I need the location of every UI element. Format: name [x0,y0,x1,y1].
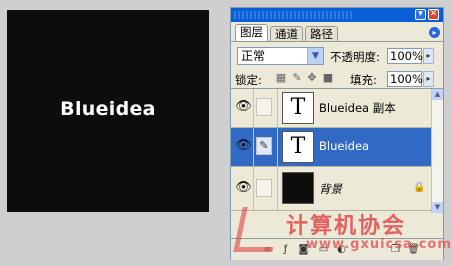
opacity-input[interactable]: 100% [387,48,423,64]
fill-input[interactable]: 100% [387,71,423,87]
trash-icon[interactable]: 🗑 [407,243,420,256]
layer-style-icon[interactable]: ƒ [279,243,292,256]
brush-icon[interactable]: ✎ [256,137,272,155]
tab-paths[interactable]: 路径 [305,26,338,41]
text-layer-thumbnail: T [282,92,314,124]
canvas-text: Blueidea [60,98,156,120]
divider [277,89,278,127]
lock-transparency-icon[interactable]: ▦ [275,72,287,84]
layer-name[interactable]: Blueidea 副本 [319,100,396,116]
lock-all-icon[interactable]: ■ [322,72,334,84]
layer-name[interactable]: 背景 [319,181,342,197]
layer-row[interactable]: 👁 背景 🔒 [231,167,431,211]
tab-layers[interactable]: 图层 [235,24,268,41]
divider [277,128,278,166]
close-button[interactable]: ✕ [428,9,439,20]
link-box[interactable] [256,98,272,116]
eye-icon[interactable]: 👁 [235,139,252,153]
eye-icon[interactable]: 👁 [235,181,252,195]
divider [253,167,254,210]
new-layer-icon[interactable]: ❐ [389,243,402,256]
opacity-label: 不透明度: [330,50,380,64]
document-canvas[interactable]: Blueidea [7,10,209,212]
fill-slider-button[interactable]: ▸ [423,71,434,87]
scroll-down-icon[interactable]: ▼ [432,202,443,213]
tab-channels[interactable]: 通道 [270,26,303,41]
link-layers-icon[interactable]: ∞ [261,243,274,256]
blend-mode-value: 正常 [241,49,266,63]
opacity-slider-button[interactable]: ▸ [423,48,434,64]
layers-panel: ▾ ✕ 图层 通道 路径 ▸ 正常 ▼ 不透明度: 100% ▸ 锁定: ▦ ✎… [230,7,444,260]
panel-bottom-toolbar: ∞ ƒ ◙ ▭ ◐ ❐ 🗑 [231,238,443,260]
lock-icon: 🔒 [413,182,426,193]
folder-icon[interactable]: ▭ [317,243,330,256]
layer-options: 正常 ▼ 不透明度: 100% ▸ 锁定: ▦ ✎ ✥ ■ 填充: 100% ▸ [231,41,443,88]
lock-paint-icon[interactable]: ✎ [291,72,303,84]
grip-handle[interactable] [234,11,354,19]
layer-row[interactable]: 👁 T Blueidea 副本 [231,89,431,128]
panel-menu-button[interactable]: ▸ [429,27,440,38]
eye-icon[interactable]: 👁 [235,100,252,114]
background-layer-thumbnail [282,172,314,204]
chevron-down-icon: ▼ [307,48,323,64]
text-layer-thumbnail: T [282,131,314,163]
divider [277,167,278,210]
layer-name[interactable]: Blueidea [319,139,369,153]
mask-icon[interactable]: ◙ [297,243,310,256]
panel-tabs: 图层 通道 路径 [231,23,443,41]
link-box[interactable] [256,179,272,197]
layer-row-selected[interactable]: 👁 ✎ T Blueidea [231,128,431,167]
panel-titlebar[interactable]: ▾ ✕ [231,8,443,22]
divider [253,128,254,166]
scroll-up-icon[interactable]: ▲ [432,89,443,100]
layers-scrollbar[interactable]: ▲ ▼ [431,89,443,213]
collapse-button[interactable]: ▾ [415,9,426,20]
blend-mode-select[interactable]: 正常 ▼ [237,47,324,65]
lock-label: 锁定: [235,73,262,87]
lock-move-icon[interactable]: ✥ [306,72,318,84]
fill-label: 填充: [350,73,377,87]
layer-list: 👁 T Blueidea 副本 👁 ✎ T Blueidea 👁 背景 🔒 [231,88,443,214]
divider [253,89,254,127]
adjustment-layer-icon[interactable]: ◐ [335,243,348,256]
